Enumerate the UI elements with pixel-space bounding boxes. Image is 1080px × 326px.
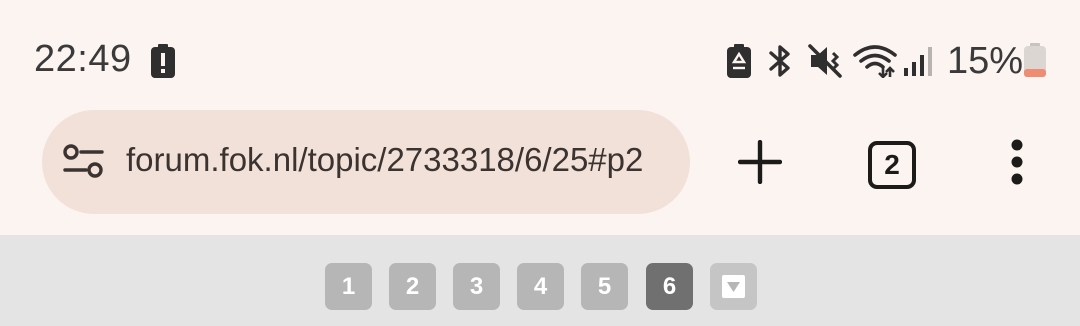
signal-icon — [904, 47, 932, 76]
page-button-1[interactable]: 1 — [325, 263, 372, 310]
page-button-3[interactable]: 3 — [453, 263, 500, 310]
site-settings-icon[interactable] — [62, 144, 106, 180]
battery-icon — [1024, 43, 1046, 77]
more-menu-icon[interactable] — [1008, 138, 1026, 186]
bluetooth-icon — [769, 45, 790, 77]
page-button-5[interactable]: 5 — [581, 263, 628, 310]
address-bar[interactable]: forum.fok.nl/topic/2733318/6/25#p2 — [42, 110, 690, 214]
url-text[interactable]: forum.fok.nl/topic/2733318/6/25#p2 — [126, 141, 686, 179]
page-button-4[interactable]: 4 — [517, 263, 564, 310]
battery-percentage: 15% — [947, 40, 1024, 82]
mute-vibrate-icon — [808, 44, 842, 78]
page-button-6-current[interactable]: 6 — [646, 263, 693, 310]
page-button-2[interactable]: 2 — [389, 263, 436, 310]
browser-toolbar: forum.fok.nl/topic/2733318/6/25#p2 2 — [0, 110, 1080, 235]
battery-saver-icon — [727, 44, 751, 78]
clock: 22:49 — [34, 38, 132, 80]
new-tab-icon[interactable] — [738, 140, 782, 184]
wifi-icon — [853, 45, 897, 78]
web-content: 1 2 3 4 5 6 — [0, 235, 1080, 326]
status-bar: 22:49 15% — [0, 0, 1080, 110]
next-page-button[interactable] — [710, 263, 757, 310]
battery-alert-icon — [151, 44, 175, 78]
tabs-button[interactable]: 2 — [868, 141, 916, 189]
chevron-down-icon — [722, 275, 745, 298]
